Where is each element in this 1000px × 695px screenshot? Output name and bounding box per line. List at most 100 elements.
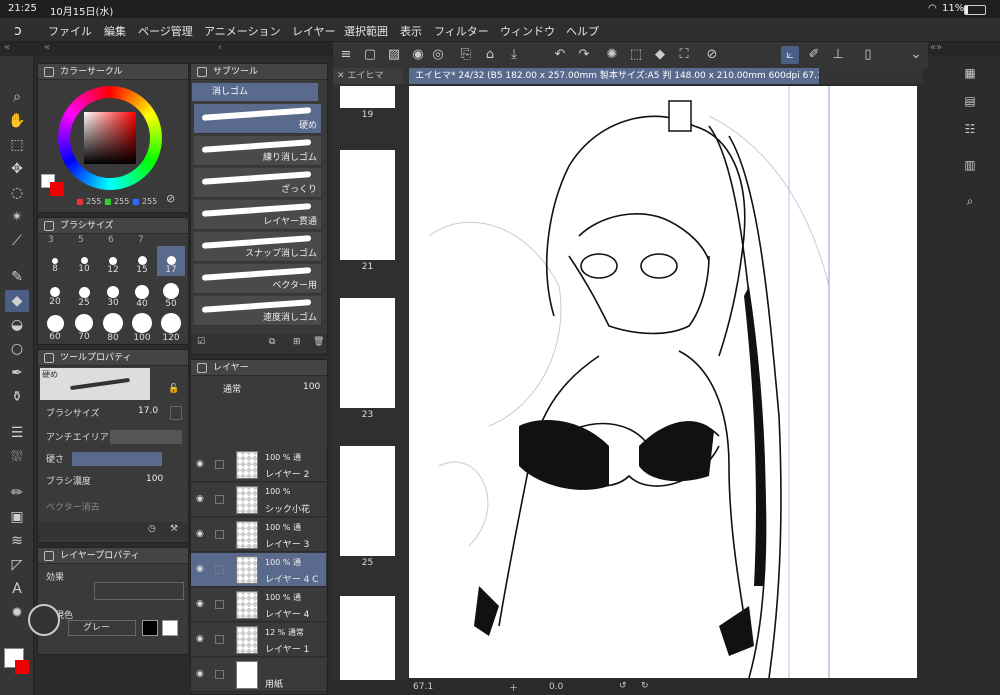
color-white-swatch[interactable] xyxy=(162,620,178,636)
page-thumb-21[interactable] xyxy=(340,150,395,260)
layer-opacity[interactable]: 100 xyxy=(303,382,320,392)
visibility-eye-icon[interactable]: ◉ xyxy=(196,669,204,679)
saturation-value-square[interactable] xyxy=(84,112,136,164)
brush-size-option[interactable]: 15 xyxy=(128,246,156,276)
collapse-left-icon-3[interactable]: ‹ xyxy=(218,42,222,53)
antialias-selector[interactable] xyxy=(110,430,182,444)
sub-tool-item[interactable]: 練り消しゴム xyxy=(194,136,321,166)
brush-size-option[interactable]: 120 xyxy=(157,310,185,343)
sub-tool-item[interactable]: レイヤー貫通 xyxy=(194,200,321,230)
collapse-left-icon-2[interactable]: « xyxy=(44,42,50,53)
menu-icon[interactable]: ≡ xyxy=(337,46,355,64)
balloon-tool-icon[interactable]: ✹ xyxy=(5,602,29,624)
menu-window[interactable]: ウィンドウ xyxy=(500,23,555,39)
undo-icon[interactable]: ↶ xyxy=(551,46,569,64)
layer-search-icon[interactable]: ☷ xyxy=(960,122,980,142)
brush-size-value[interactable]: 17.0 xyxy=(138,406,158,416)
menu-page[interactable]: ページ管理 xyxy=(138,23,193,39)
layer-row[interactable]: ◉ 100 % 通レイヤー 4 C xyxy=(191,553,326,587)
redo-icon[interactable]: ↷ xyxy=(575,46,593,64)
pen-tool-icon[interactable]: ✎ xyxy=(5,266,29,288)
menu-edit[interactable]: 編集 xyxy=(104,23,126,39)
menu-view[interactable]: 表示 xyxy=(400,23,422,39)
brush-size-option[interactable]: 80 xyxy=(99,310,127,343)
density-value[interactable]: 100 xyxy=(146,474,163,484)
color-settings-icon[interactable]: ⊘ xyxy=(166,192,175,205)
sub-tool-item[interactable]: スナップ消しゴム xyxy=(194,232,321,262)
wrench-icon[interactable]: ⚒ xyxy=(170,524,178,534)
layer-lock-checkbox[interactable] xyxy=(215,495,224,504)
fill-canvas-icon[interactable]: ▨ xyxy=(385,46,403,64)
drawing-canvas[interactable] xyxy=(409,86,917,678)
menu-animation[interactable]: アニメーション xyxy=(204,23,281,39)
visibility-eye-icon[interactable]: ◉ xyxy=(196,529,204,539)
sub-tool-settings-icon[interactable]: ☑ xyxy=(197,337,205,347)
sub-tool-item[interactable]: 速度消しゴム xyxy=(194,296,321,326)
navigator-icon[interactable]: ▦ xyxy=(960,66,980,86)
screen-tone-icon[interactable]: ◉ xyxy=(409,46,427,64)
page-thumb-27[interactable] xyxy=(340,596,395,680)
visibility-eye-icon[interactable]: ◉ xyxy=(196,459,204,469)
tab-document[interactable]: エイヒマ* 24/32 (B5 182.00 x 257.00mm 製本サイズ:… xyxy=(409,68,819,84)
sub-tool-group-tab[interactable]: 消しゴム xyxy=(192,83,318,101)
brush-size-option[interactable]: 30 xyxy=(99,278,127,308)
sub-tool-item[interactable]: ベクター用 xyxy=(194,264,321,294)
visibility-eye-icon[interactable]: ◉ xyxy=(196,599,204,609)
hand-tool-icon[interactable]: ✋ xyxy=(5,110,29,132)
zoom-value[interactable]: 67.1 xyxy=(413,682,433,692)
brush-size-option[interactable]: 17 xyxy=(157,246,185,276)
hue-ring[interactable] xyxy=(58,86,162,190)
figure-tool-icon[interactable]: ○ xyxy=(5,338,29,360)
brush-size-option[interactable]: 70 xyxy=(70,310,98,342)
move-tool-icon[interactable]: ✥ xyxy=(5,158,29,180)
visibility-eye-icon[interactable]: ◉ xyxy=(196,564,204,574)
menu-layer[interactable]: レイヤー xyxy=(292,23,336,39)
ruler-tool-icon[interactable]: ☰ xyxy=(5,422,29,444)
snap-ruler-icon[interactable]: ⟀ xyxy=(781,46,799,64)
app-logo-icon[interactable]: ↄ xyxy=(14,23,22,39)
brush-size-option[interactable]: 10 xyxy=(70,246,98,276)
gradient-tool-icon[interactable]: ▣ xyxy=(5,506,29,528)
new-file-icon[interactable]: ⎘ xyxy=(457,46,475,64)
menu-selection[interactable]: 選択範囲 xyxy=(344,23,388,39)
brush-size-slider-icon[interactable] xyxy=(170,406,182,420)
page-thumb-19[interactable] xyxy=(340,86,395,108)
color-black-swatch[interactable] xyxy=(142,620,158,636)
layer-lock-checkbox[interactable] xyxy=(215,670,224,679)
page-thumb-23[interactable] xyxy=(340,298,395,408)
layer-row[interactable]: ◉ 用紙 xyxy=(191,658,326,692)
chevron-down-icon[interactable]: ⌄ xyxy=(907,46,925,64)
rotate-right-icon[interactable]: ↻ xyxy=(641,681,649,691)
eraser-tool-icon[interactable]: ◆ xyxy=(5,290,29,312)
snap-off-icon[interactable]: ⊘ xyxy=(703,46,721,64)
search-icon[interactable]: ⌕ xyxy=(960,194,980,214)
frame-tool-icon[interactable]: ≋ xyxy=(5,530,29,552)
decoration-tool-icon[interactable]: ⚱ xyxy=(5,386,29,408)
brush-size-option[interactable]: 25 xyxy=(70,278,98,308)
transform-icon[interactable]: ⬚ xyxy=(627,46,645,64)
collapse-left-icon[interactable]: « xyxy=(4,42,10,53)
collapse-right-icon[interactable]: «» xyxy=(930,42,942,53)
timeline-icon[interactable]: ▥ xyxy=(960,158,980,178)
text-tool-icon[interactable]: A xyxy=(5,578,29,600)
clock-icon[interactable]: ◷ xyxy=(148,524,156,534)
crop-icon[interactable]: ⛶ xyxy=(675,46,693,64)
menu-filter[interactable]: フィルター xyxy=(434,23,489,39)
zoom-in-icon[interactable]: ＋ xyxy=(509,681,518,694)
sub-color-swatch[interactable] xyxy=(15,660,29,674)
brush-size-option[interactable]: 40 xyxy=(128,278,156,309)
magic-wand-icon[interactable]: ✴ xyxy=(5,206,29,228)
brush-size-option[interactable]: 50 xyxy=(157,278,185,309)
tab-pages[interactable]: ✕ エイヒマ xyxy=(333,68,403,84)
visibility-eye-icon[interactable]: ◉ xyxy=(196,634,204,644)
layer-lock-checkbox[interactable] xyxy=(215,565,224,574)
effect-buttons[interactable] xyxy=(94,582,184,600)
vector-tool-icon[interactable]: ◸ xyxy=(5,554,29,576)
device-icon[interactable]: ▯ xyxy=(859,46,877,64)
layer-row[interactable]: ◉ 100 % 通レイヤー 3 xyxy=(191,518,326,552)
layer-row[interactable]: ◉ 100 % シック小花 xyxy=(191,483,326,517)
brush-size-option[interactable]: 100 xyxy=(128,310,156,343)
zoom-tool-icon[interactable]: ⌕ xyxy=(5,86,29,108)
open-file-icon[interactable]: ⌂ xyxy=(481,46,499,64)
layer-row[interactable]: ◉ 100 % 通レイヤー 4 xyxy=(191,588,326,622)
